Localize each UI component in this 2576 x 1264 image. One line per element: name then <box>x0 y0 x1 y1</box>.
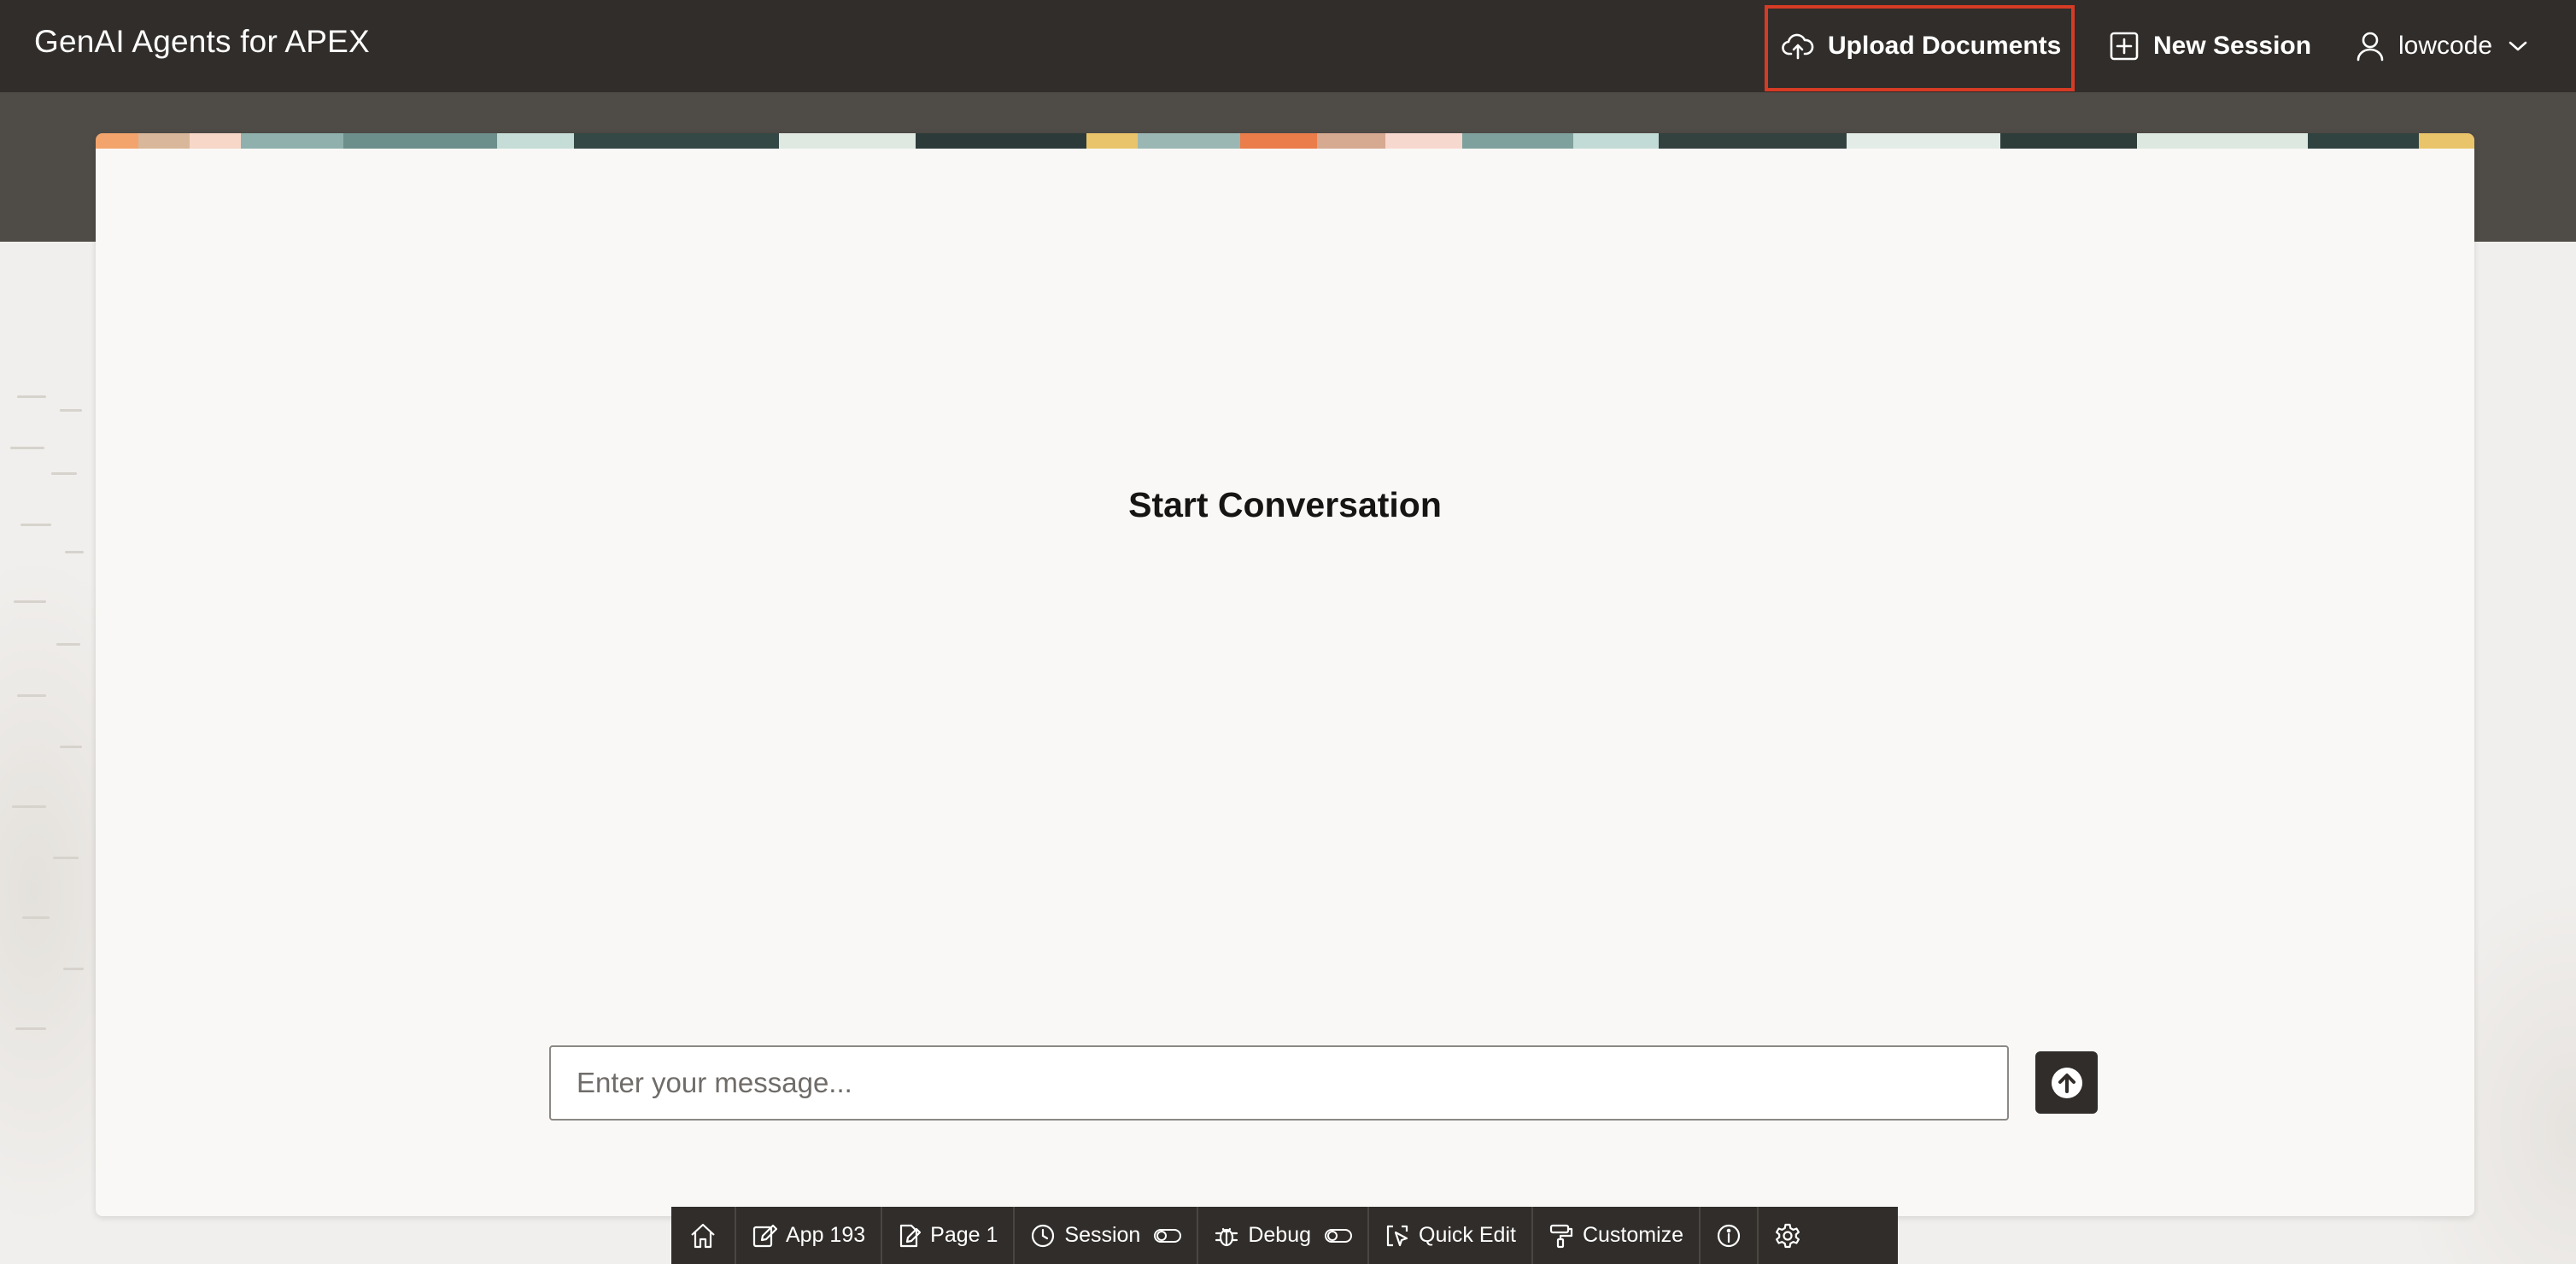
new-session-button[interactable]: New Session <box>2109 0 2311 92</box>
new-session-label: New Session <box>2153 32 2312 60</box>
background-dash <box>15 1027 46 1030</box>
page-edit-icon <box>900 1224 922 1247</box>
background-dash <box>60 409 82 412</box>
gear-icon <box>1776 1223 1800 1248</box>
background-dash <box>20 524 51 526</box>
page-label: Page 1 <box>930 1223 998 1247</box>
paint-roller-icon <box>1549 1224 1573 1248</box>
background-dash <box>17 395 46 398</box>
message-input[interactable] <box>549 1045 2009 1121</box>
debug-label: Debug <box>1248 1223 1312 1247</box>
background-dash <box>60 746 82 748</box>
chevron-down-icon <box>2509 41 2527 51</box>
send-button[interactable] <box>2035 1051 2098 1114</box>
user-icon <box>2356 32 2384 61</box>
background-dash <box>22 916 50 919</box>
edit-icon <box>752 1224 777 1247</box>
start-conversation-title: Start Conversation <box>1128 485 1442 524</box>
decorative-banner <box>96 133 2474 149</box>
background-dash <box>14 600 46 603</box>
background-dash <box>65 551 84 553</box>
background-dash <box>56 643 80 646</box>
plus-square-icon <box>2110 32 2139 61</box>
bug-icon <box>1215 1227 1238 1246</box>
home-button[interactable] <box>671 1207 736 1264</box>
user-name: lowcode <box>2398 32 2493 60</box>
app-button[interactable]: App 193 <box>736 1207 883 1264</box>
session-button[interactable]: Session <box>1015 1207 1199 1264</box>
background-dash <box>51 472 77 475</box>
background-dash <box>10 447 44 449</box>
quick-edit-icon <box>1386 1225 1408 1246</box>
session-icon <box>1032 1224 1055 1247</box>
info-button[interactable] <box>1701 1207 1759 1264</box>
page-button[interactable]: Page 1 <box>882 1207 1016 1264</box>
toggle-icon <box>1325 1228 1353 1243</box>
quick-edit-label: Quick Edit <box>1419 1223 1516 1247</box>
home-icon <box>691 1223 715 1248</box>
top-navigation-bar: GenAI Agents for APEX Upload Documents N… <box>0 0 2576 92</box>
background-dash <box>63 968 84 970</box>
background-dash <box>53 857 79 859</box>
customize-button[interactable]: Customize <box>1533 1207 1701 1264</box>
upload-highlight-box <box>1765 5 2075 91</box>
background-dash <box>12 805 46 808</box>
arrow-up-circle-icon <box>2051 1067 2082 1098</box>
debug-button[interactable]: Debug <box>1198 1207 1370 1264</box>
app-title[interactable]: GenAI Agents for APEX <box>34 24 370 60</box>
quick-edit-button[interactable]: Quick Edit <box>1369 1207 1533 1264</box>
developer-toolbar: App 193 Page 1 Session Debug Quick Edit <box>671 1207 1898 1264</box>
background-dash <box>17 694 46 697</box>
chat-card: Start Conversation <box>96 133 2474 1216</box>
session-label: Session <box>1064 1223 1141 1247</box>
info-icon <box>1717 1224 1741 1247</box>
toggle-icon <box>1154 1228 1182 1243</box>
settings-button[interactable] <box>1759 1207 1817 1264</box>
customize-label: Customize <box>1582 1223 1684 1247</box>
app-label: App 193 <box>786 1223 866 1247</box>
user-menu-button[interactable]: lowcode <box>2356 0 2528 92</box>
